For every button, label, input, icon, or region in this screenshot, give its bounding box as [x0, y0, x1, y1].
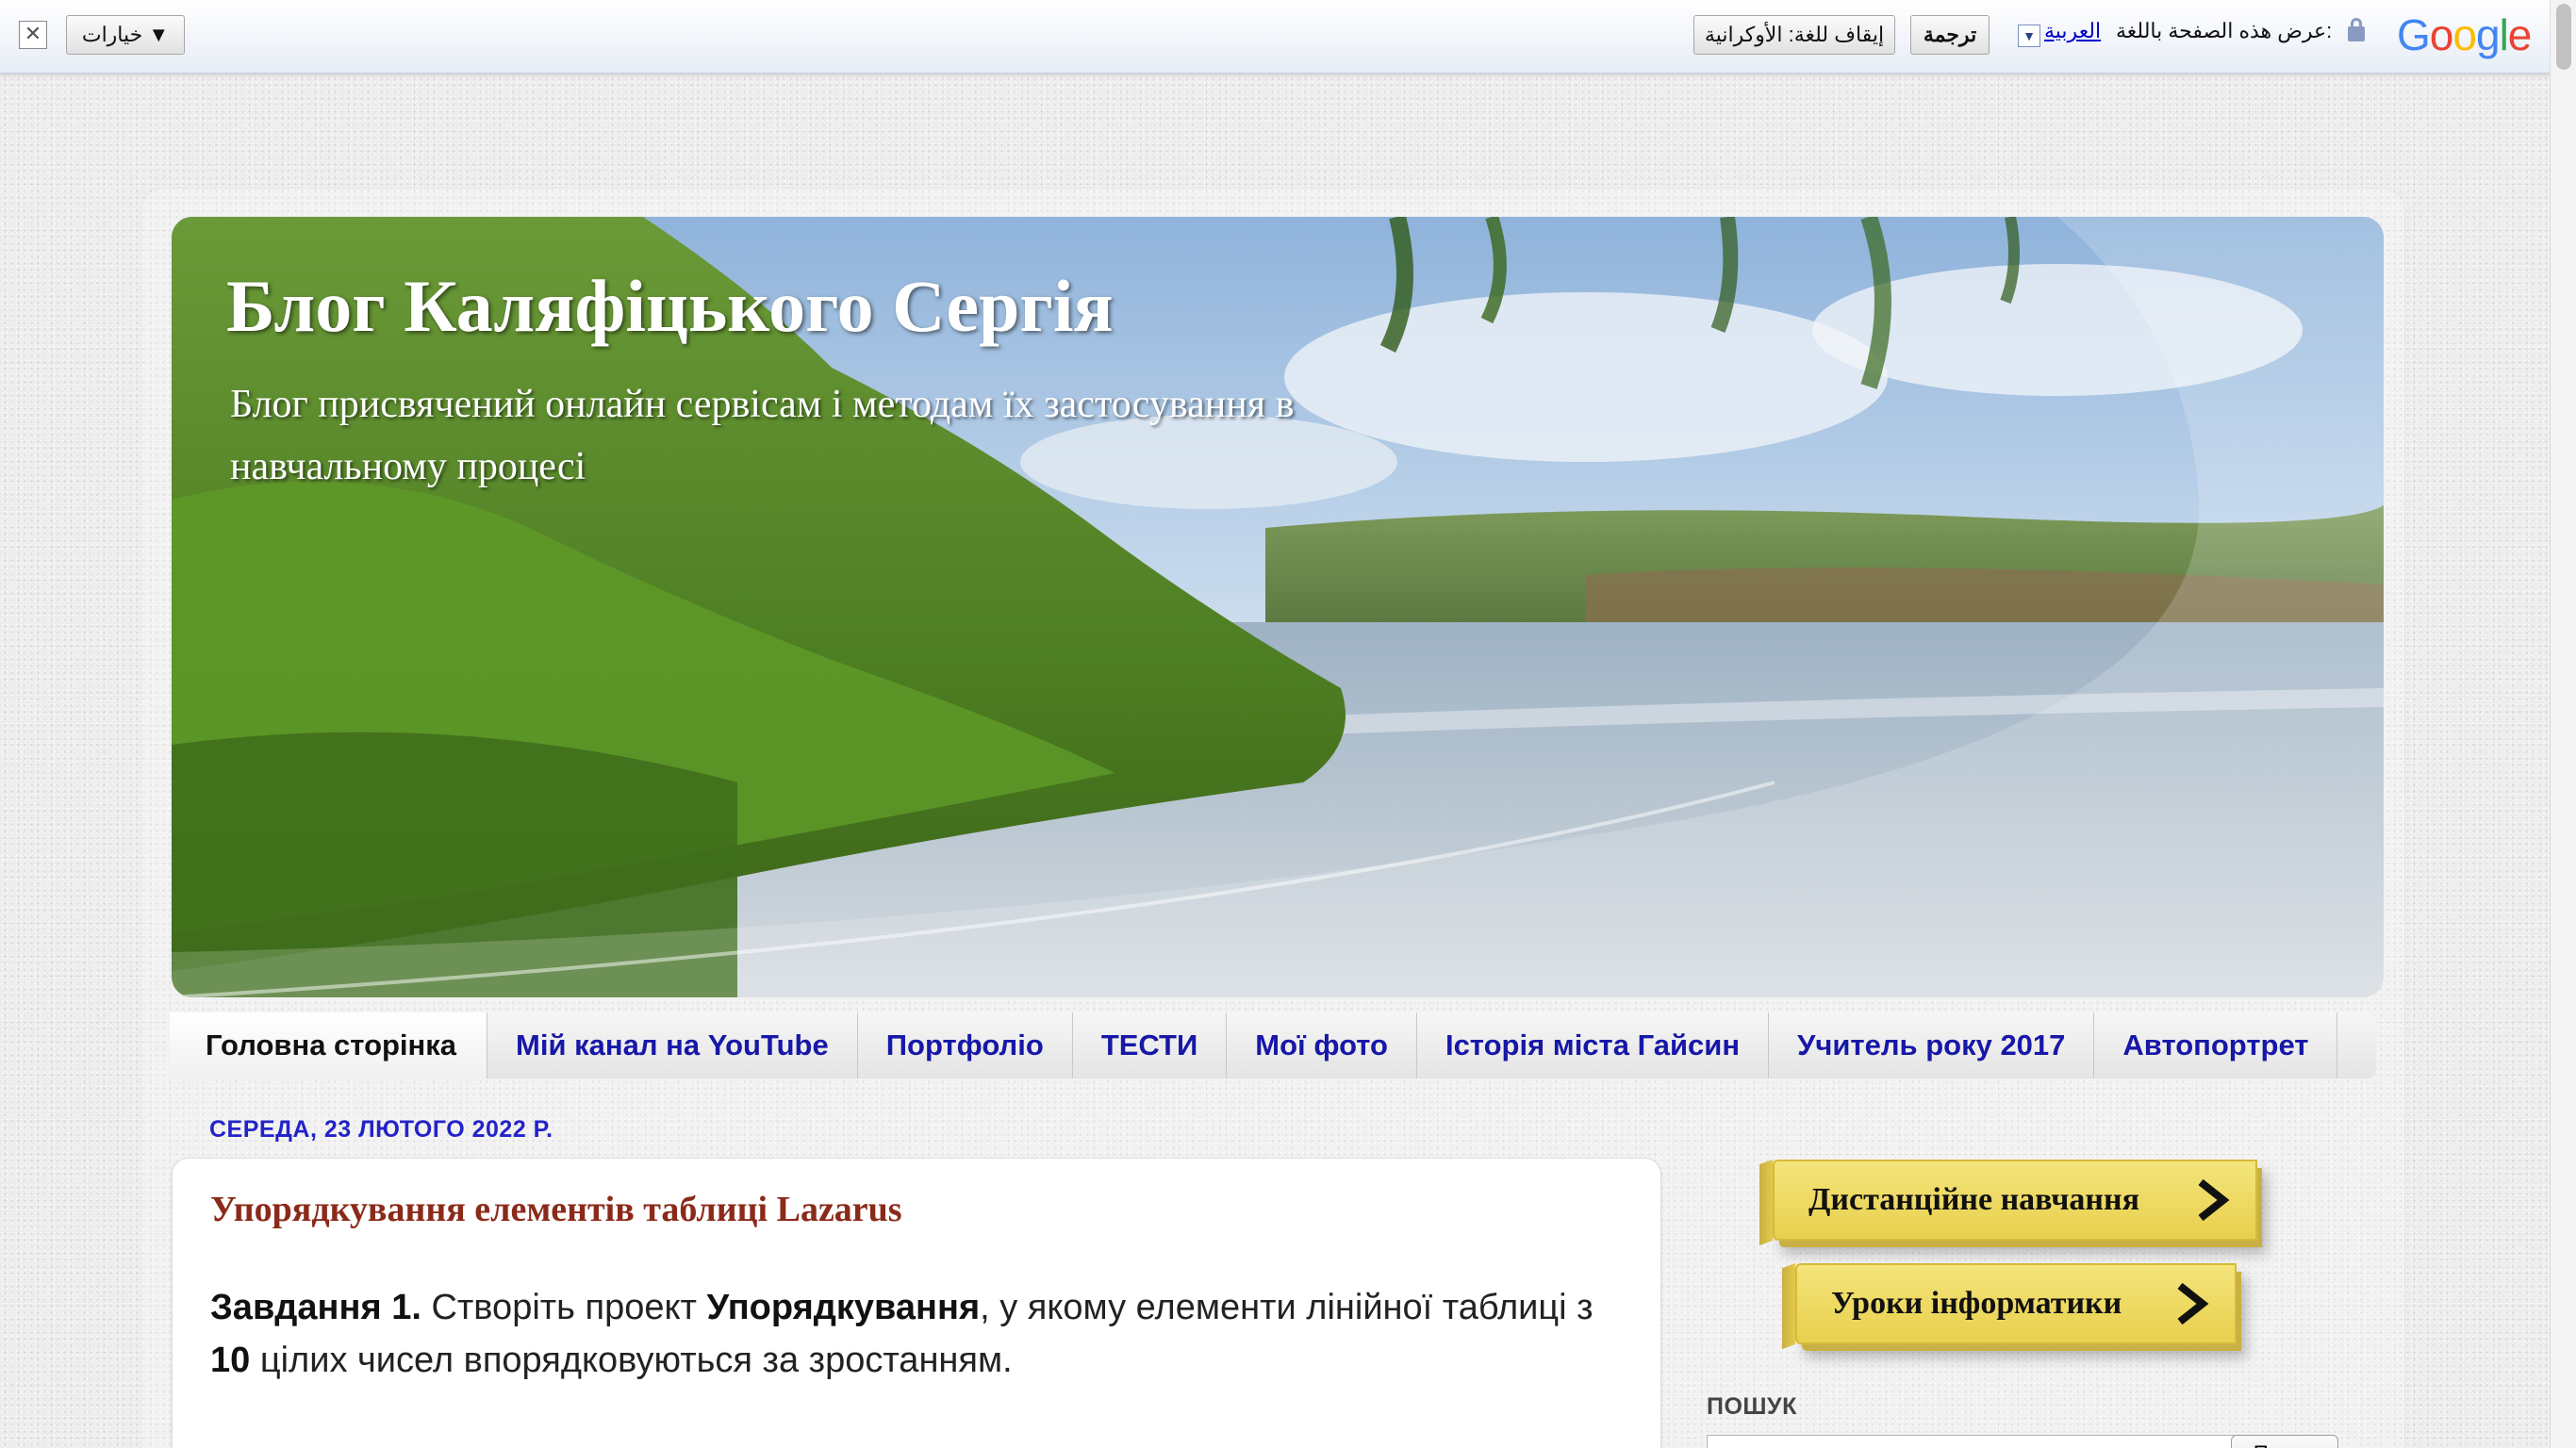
search-label: ПОШУК [1707, 1393, 1797, 1420]
chevron-right-icon [2177, 1282, 2209, 1325]
tab-youtube[interactable]: Мій канал на YouTube [487, 1012, 858, 1078]
tab-teacher-of-year[interactable]: Учитель року 2017 [1769, 1012, 2095, 1078]
language-dropdown-icon[interactable]: ▼ [2018, 25, 2040, 47]
blog-header: Блог Каляфіцького Сергія Блог присвячени… [172, 217, 2384, 997]
stop-translation-button[interactable]: إيقاف للغة: الأوكرانية [1693, 15, 1895, 55]
logo-letter: e [2507, 10, 2533, 59]
scrollbar-thumb[interactable] [2556, 4, 2571, 70]
tab-haisyn-history[interactable]: Історія міста Гайсин [1417, 1012, 1770, 1078]
distance-learning-button[interactable]: Дистанційне навчання [1773, 1160, 2257, 1241]
button-label: Уроки інформатики [1831, 1286, 2122, 1321]
page-tabs: Головна сторінка Мій канал на YouTube По… [170, 1012, 2376, 1078]
task-label: Завдання 1. [210, 1288, 421, 1327]
logo-letter: o [2452, 10, 2477, 59]
post-body: Завдання 1. Створіть проект Упорядкуванн… [210, 1281, 1606, 1387]
translate-button[interactable]: ترجمة [1910, 15, 1990, 55]
logo-letter: l [2499, 10, 2509, 59]
search-input[interactable] [1707, 1435, 2235, 1448]
close-icon[interactable]: ✕ [19, 21, 47, 49]
button-label: Дистанційне навчання [1808, 1182, 2139, 1217]
post-text: Створіть проект [421, 1288, 707, 1327]
informatics-lessons-button[interactable]: Уроки інформатики [1795, 1263, 2237, 1344]
tab-portfolio[interactable]: Портфоліо [858, 1012, 1073, 1078]
google-translate-bar: ✕ خيارات ▼ إيقاف للغة: الأوكرانية ترجمة … [0, 0, 2550, 74]
chevron-right-icon [2198, 1178, 2230, 1222]
tab-home[interactable]: Головна сторінка [170, 1012, 488, 1078]
logo-letter: o [2429, 10, 2454, 59]
tab-tests[interactable]: ТЕСТИ [1073, 1012, 1228, 1078]
logo-letter: G [2397, 10, 2431, 59]
logo-letter: g [2475, 10, 2501, 59]
vertical-scrollbar[interactable] [2550, 0, 2576, 1448]
tab-self-portrait[interactable]: Автопортрет [2094, 1012, 2338, 1078]
search-button[interactable]: Пошук [2231, 1435, 2338, 1448]
language-link[interactable]: العربية [2044, 19, 2101, 43]
date-header: СЕРЕДА, 23 ЛЮТОГО 2022 Р. [209, 1116, 553, 1143]
lock-icon [2348, 18, 2365, 41]
google-logo: Google [2397, 9, 2533, 60]
blog-title[interactable]: Блог Каляфіцького Сергія [226, 264, 1114, 349]
options-button[interactable]: خيارات ▼ [66, 15, 185, 55]
blog-post: Упорядкування елементів таблиці Lazarus … [172, 1158, 1661, 1448]
post-title[interactable]: Упорядкування елементів таблиці Lazarus [210, 1189, 902, 1230]
blog-description: Блог присвячений онлайн сервісам і метод… [230, 383, 1295, 488]
view-page-in-label: عرض هذه الصفحة باللغة: [2116, 19, 2333, 42]
post-text: цілих чисел впорядковуються за зростання… [250, 1341, 1013, 1380]
post-text: , у якому елементи лінійної таблиці з [980, 1288, 1593, 1327]
project-name: Упорядкування [706, 1288, 981, 1327]
tab-photos[interactable]: Мої фото [1227, 1012, 1417, 1078]
number-count: 10 [210, 1341, 251, 1380]
